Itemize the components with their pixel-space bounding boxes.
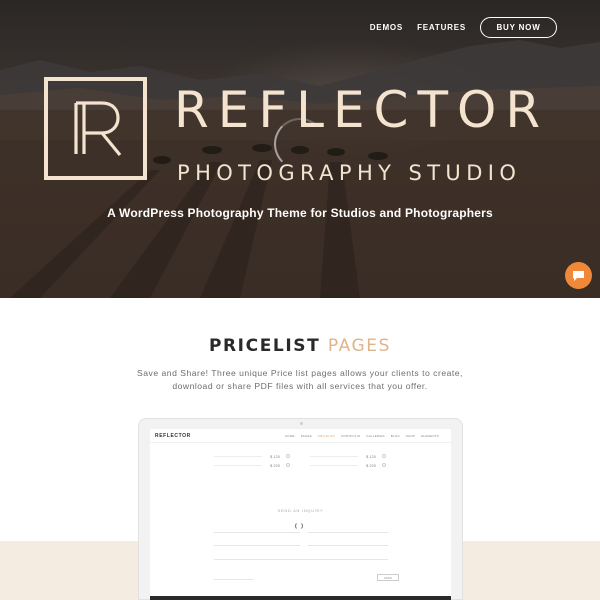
mockup-menu-item: SHOP bbox=[405, 434, 416, 438]
mockup-menu-item: GALLERIES bbox=[366, 434, 385, 438]
price-row: $ 220 bbox=[310, 461, 386, 469]
mockup-header: REFLECTOR HOME PAGES PRICELIST PORTFOLIO… bbox=[150, 429, 451, 443]
mockup-bottom-strip bbox=[150, 596, 451, 600]
section-title-part2: PAGES bbox=[327, 336, 392, 356]
hero-tagline: A WordPress Photography Theme for Studio… bbox=[107, 206, 493, 220]
mockup-spinner-icon bbox=[295, 522, 303, 530]
price-item-line bbox=[310, 455, 358, 457]
price-item-line bbox=[310, 464, 358, 466]
laptop-mockup: REFLECTOR HOME PAGES PRICELIST PORTFOLIO… bbox=[138, 418, 463, 600]
mockup-screen: REFLECTOR HOME PAGES PRICELIST PORTFOLIO… bbox=[150, 429, 451, 600]
price-value: $ 120 bbox=[366, 453, 377, 459]
top-nav: DEMOS FEATURES BUY NOW bbox=[370, 17, 557, 38]
add-circle-icon bbox=[286, 463, 290, 467]
mockup-menu-item: ELEMENTS bbox=[421, 434, 439, 438]
section-description: Save and Share! Three unique Price list … bbox=[137, 368, 463, 391]
r-monogram-icon bbox=[74, 101, 122, 157]
hero-banner: DEMOS FEATURES BUY NOW REFLECTOR PHOTOGR… bbox=[0, 0, 600, 298]
form-field-line bbox=[214, 545, 300, 546]
brand-logo bbox=[44, 77, 147, 180]
price-value: $ 220 bbox=[366, 462, 377, 468]
price-item-line bbox=[214, 455, 262, 457]
price-value: $ 120 bbox=[270, 453, 281, 459]
form-field-line bbox=[308, 532, 388, 533]
section-title: PRICELIST PAGES bbox=[0, 336, 600, 356]
mockup-menu-item: HOME bbox=[284, 434, 295, 438]
chat-button[interactable] bbox=[565, 262, 592, 289]
form-field-line bbox=[214, 579, 254, 580]
nav-features-link[interactable]: FEATURES bbox=[417, 23, 466, 32]
form-field-line bbox=[214, 559, 388, 560]
price-value: $ 220 bbox=[270, 462, 281, 468]
nav-demos-link[interactable]: DEMOS bbox=[370, 23, 403, 32]
mockup-send-button: SEND bbox=[377, 574, 399, 581]
form-field-line bbox=[214, 532, 300, 533]
mockup-menu-item: PAGES bbox=[300, 434, 312, 438]
chat-bubble-icon bbox=[573, 270, 584, 281]
mockup-menu: HOME PAGES PRICELIST PORTFOLIO GALLERIES… bbox=[279, 434, 439, 438]
add-circle-icon bbox=[286, 454, 290, 458]
section-title-part1: PRICELIST bbox=[208, 336, 321, 356]
add-circle-icon bbox=[382, 463, 386, 467]
price-row: $ 120 bbox=[214, 452, 290, 460]
mockup-menu-item: PORTFOLIO bbox=[341, 434, 361, 438]
add-circle-icon bbox=[382, 454, 386, 458]
price-row: $ 220 bbox=[214, 461, 290, 469]
mockup-logo: REFLECTOR bbox=[155, 433, 191, 439]
brand-subtitle: PHOTOGRAPHY STUDIO bbox=[177, 161, 522, 185]
mockup-menu-item-active: PRICELIST bbox=[317, 434, 336, 438]
inquiry-title: SEND AN INQUIRY bbox=[277, 508, 324, 513]
form-field-line bbox=[308, 545, 388, 546]
price-item-line bbox=[214, 464, 262, 466]
brand-title: REFLECTOR bbox=[174, 81, 550, 139]
price-row: $ 120 bbox=[310, 452, 386, 460]
camera-dot bbox=[300, 422, 303, 425]
buy-now-button[interactable]: BUY NOW bbox=[480, 17, 557, 38]
mockup-menu-item: BLOG bbox=[390, 434, 400, 438]
